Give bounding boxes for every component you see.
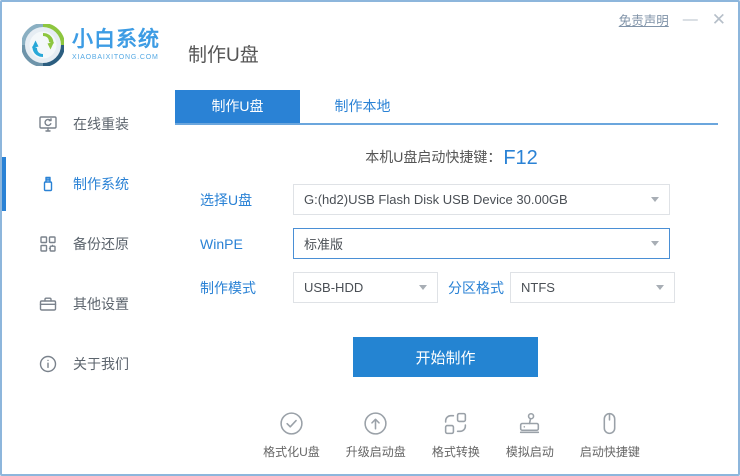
- tool-boot-hotkey[interactable]: 启动快捷键: [580, 410, 640, 460]
- tools-row: 格式化U盘 升级启动盘 格式转换 模拟启动 启动快捷键: [165, 410, 738, 460]
- partition-select-label: 分区格式: [448, 279, 504, 296]
- sidebar-item-label: 备份还原: [73, 236, 129, 252]
- toolbox-icon: [39, 297, 57, 311]
- backup-grid-icon: [40, 236, 56, 252]
- titlebar-controls: 免责声明 — ✕: [619, 10, 726, 29]
- brand-block: 小白系统 XIAOBAIXITONG.COM: [72, 28, 160, 61]
- sidebar-item-backup-restore[interactable]: 备份还原: [2, 224, 165, 264]
- form-row-usb: 选择U盘 G:(hd2)USB Flash Disk USB Device 30…: [200, 184, 738, 215]
- mode-select-value: USB-HDD: [304, 280, 364, 295]
- boot-hotkey-label: 本机U盘启动快捷键：: [365, 149, 502, 165]
- page-title: 制作U盘: [188, 44, 259, 66]
- usb-select-label: 选择U盘: [200, 191, 253, 208]
- sidebar-item-label: 关于我们: [73, 356, 129, 372]
- info-icon: [39, 355, 57, 373]
- main-content: 制作U盘 制作本地 本机U盘启动快捷键： F12 选择U盘 G:(hd2)USB …: [165, 88, 738, 474]
- tool-format-usb[interactable]: 格式化U盘: [263, 410, 320, 460]
- tool-label: 格式化U盘: [263, 445, 320, 459]
- mouse-icon: [603, 412, 616, 435]
- winpe-select[interactable]: 标准版: [293, 228, 670, 259]
- chevron-down-icon: [419, 285, 427, 290]
- tool-label: 格式转换: [431, 445, 480, 459]
- monitor-reinstall-icon: [39, 116, 57, 132]
- partition-select-value: NTFS: [521, 280, 555, 295]
- brand-logo-icon: [22, 24, 64, 66]
- tool-format-convert[interactable]: 格式转换: [432, 410, 480, 460]
- close-icon[interactable]: ✕: [712, 11, 726, 28]
- sidebar-item-about-us[interactable]: 关于我们: [2, 344, 165, 384]
- tool-upgrade-boot-disk[interactable]: 升级启动盘: [346, 410, 406, 460]
- chevron-down-icon: [651, 197, 659, 202]
- sidebar: 在线重装 制作系统 备份还原 其他设置 关于我们: [2, 88, 165, 474]
- minimize-icon[interactable]: —: [683, 12, 698, 27]
- partition-select[interactable]: NTFS: [510, 272, 675, 303]
- sidebar-item-label: 其他设置: [73, 296, 129, 312]
- form-row-mode: 制作模式 USB-HDD 分区格式 NTFS: [200, 272, 738, 303]
- chevron-down-icon: [651, 241, 659, 246]
- joystick-icon: [520, 412, 540, 434]
- sidebar-item-online-reinstall[interactable]: 在线重装: [2, 104, 165, 144]
- upgrade-arrow-icon: [364, 412, 387, 435]
- app-window: 小白系统 XIAOBAIXITONG.COM 制作U盘 免责声明 — ✕ 在线重…: [0, 0, 740, 476]
- format-check-icon: [280, 412, 303, 435]
- boot-hotkey-value: F12: [503, 147, 538, 169]
- tool-label: 模拟启动: [505, 445, 554, 459]
- mode-select[interactable]: USB-HDD: [293, 272, 438, 303]
- convert-icon: [445, 412, 467, 435]
- tool-simulate-boot[interactable]: 模拟启动: [506, 410, 554, 460]
- tab-make-usb[interactable]: 制作U盘: [175, 90, 300, 123]
- mode-select-label: 制作模式: [200, 279, 256, 296]
- chevron-down-icon: [656, 285, 664, 290]
- usb-form: 选择U盘 G:(hd2)USB Flash Disk USB Device 30…: [200, 184, 738, 303]
- brand-domain: XIAOBAIXITONG.COM: [72, 53, 159, 61]
- winpe-select-value: 标准版: [304, 237, 344, 252]
- sidebar-item-label: 制作系统: [73, 176, 129, 192]
- window-body: 在线重装 制作系统 备份还原 其他设置 关于我们 制作U盘 制作本地 本机U盘启…: [2, 88, 738, 474]
- boot-hotkey-line: 本机U盘启动快捷键： F12: [165, 147, 738, 170]
- tab-bar: 制作U盘 制作本地: [175, 90, 718, 125]
- tool-label: 升级启动盘: [345, 445, 406, 459]
- winpe-select-label: WinPE: [200, 235, 243, 252]
- disclaimer-link[interactable]: 免责声明: [619, 10, 669, 29]
- usb-select-value: G:(hd2)USB Flash Disk USB Device 30.00GB: [304, 192, 568, 207]
- tab-make-local[interactable]: 制作本地: [300, 90, 425, 123]
- usb-drive-icon: [43, 176, 53, 192]
- sidebar-item-label: 在线重装: [73, 116, 129, 132]
- usb-select[interactable]: G:(hd2)USB Flash Disk USB Device 30.00GB: [293, 184, 670, 215]
- sidebar-item-other-settings[interactable]: 其他设置: [2, 284, 165, 324]
- header: 小白系统 XIAOBAIXITONG.COM 制作U盘 免责声明 — ✕: [2, 2, 738, 88]
- start-make-button[interactable]: 开始制作: [353, 337, 538, 377]
- form-row-winpe: WinPE 标准版: [200, 228, 738, 259]
- brand-name: 小白系统: [72, 28, 160, 52]
- sidebar-item-make-system[interactable]: 制作系统: [2, 157, 165, 211]
- tool-label: 启动快捷键: [579, 445, 640, 459]
